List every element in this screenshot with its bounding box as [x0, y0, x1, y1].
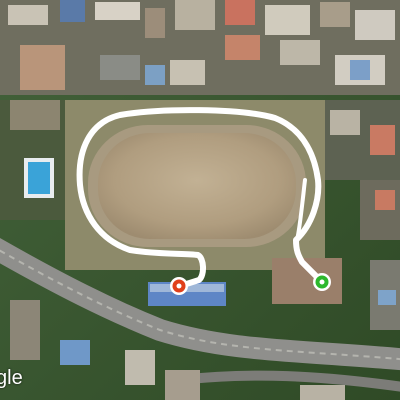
buildings-left	[0, 100, 70, 220]
buildings-top	[0, 0, 400, 95]
end-marker[interactable]	[170, 277, 188, 295]
swimming-pool	[28, 162, 50, 194]
map-view[interactable]: gle	[0, 0, 400, 400]
map-attribution: gle	[0, 367, 23, 389]
start-marker[interactable]	[313, 273, 331, 291]
track-infield	[98, 133, 296, 239]
satellite-imagery	[0, 0, 400, 400]
